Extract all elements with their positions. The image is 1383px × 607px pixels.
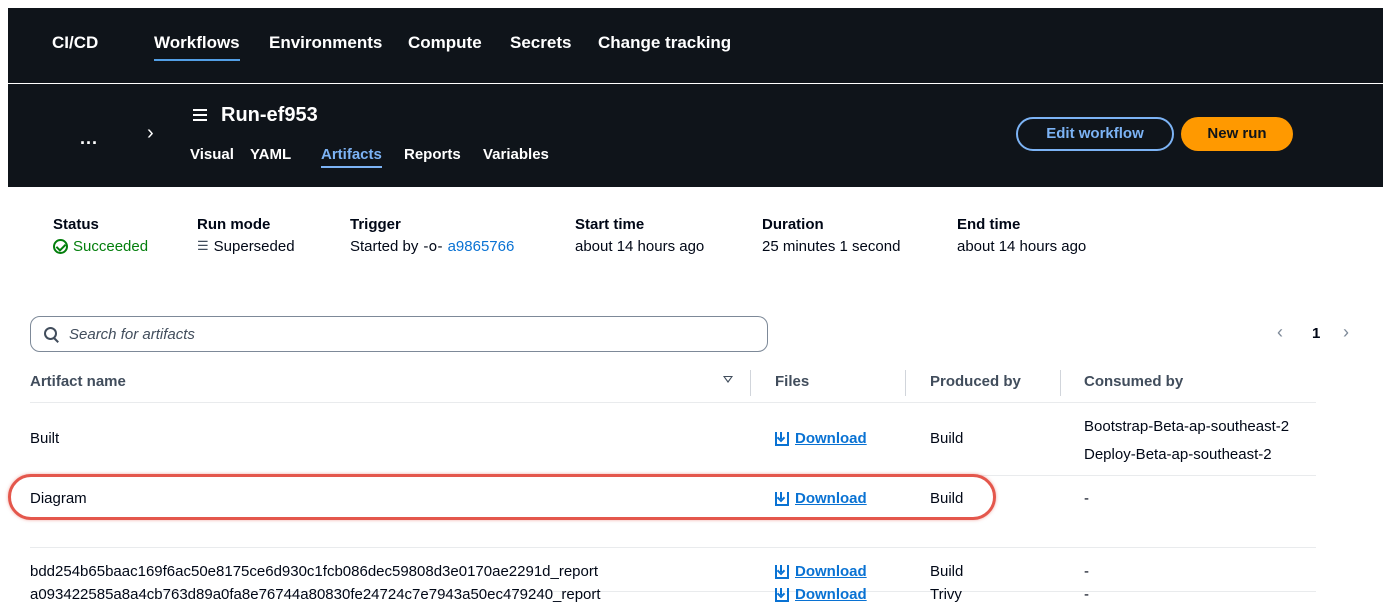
download-link[interactable]: Download bbox=[775, 563, 867, 580]
download-label[interactable]: Download bbox=[795, 430, 867, 447]
tab-reports[interactable]: Reports bbox=[404, 146, 461, 163]
produced-by: Trivy bbox=[930, 586, 962, 603]
start-time-value: about 14 hours ago bbox=[575, 238, 705, 255]
nav-item-compute[interactable]: Compute bbox=[408, 33, 482, 53]
highlight-annotation-oval bbox=[8, 474, 996, 520]
consumed-by: - bbox=[1084, 563, 1089, 580]
table-header-divider bbox=[30, 402, 1316, 403]
run-mode-text: Superseded bbox=[213, 238, 295, 255]
sort-descending-icon[interactable] bbox=[723, 376, 733, 383]
new-run-button[interactable]: New run bbox=[1181, 117, 1293, 151]
nav-item-secrets[interactable]: Secrets bbox=[510, 33, 571, 53]
column-header-artifact-name[interactable]: Artifact name bbox=[30, 373, 126, 390]
artifact-name: bdd254b65baac169f6ac50e8175ce6d930c1fcb0… bbox=[30, 563, 599, 580]
page-number-current[interactable]: 1 bbox=[1312, 325, 1320, 342]
nav-item-change-tracking[interactable]: Change tracking bbox=[598, 33, 731, 53]
column-separator bbox=[905, 370, 906, 396]
summary-end-time: End time about 14 hours ago bbox=[957, 216, 1086, 255]
consumed-by: Deploy-Beta-ap-southeast-2 bbox=[1084, 446, 1272, 463]
summary-status: Status Succeeded bbox=[53, 216, 148, 255]
column-separator bbox=[750, 370, 751, 396]
consumed-by: - bbox=[1084, 586, 1089, 603]
summary-duration: Duration 25 minutes 1 second bbox=[762, 216, 900, 255]
summary-run-mode: Run mode ☰ Superseded bbox=[197, 216, 295, 255]
produced-by: Build bbox=[930, 430, 964, 447]
breadcrumb-overflow-button[interactable]: ... bbox=[80, 128, 98, 149]
run-header: ... › Run-ef953 Visual YAML Artifacts Re… bbox=[8, 84, 1383, 187]
consumed-by: - bbox=[1084, 490, 1089, 507]
run-mode-value: ☰ Superseded bbox=[197, 238, 295, 255]
download-link[interactable]: Download bbox=[775, 587, 867, 602]
page-title: Run-ef953 bbox=[221, 104, 318, 126]
duration-value: 25 minutes 1 second bbox=[762, 238, 901, 255]
download-label[interactable]: Download bbox=[795, 587, 867, 602]
start-time-label: Start time bbox=[575, 216, 645, 233]
artifact-name: Built bbox=[30, 430, 60, 447]
duration-label: Duration bbox=[762, 216, 824, 233]
download-link[interactable]: Download bbox=[775, 430, 867, 447]
tab-artifacts[interactable]: Artifacts bbox=[321, 146, 382, 168]
column-separator bbox=[1060, 370, 1061, 396]
artifact-name: a093422585a8a4cb763d89a0fa8e76744a80830f… bbox=[30, 586, 601, 603]
column-header-files: Files bbox=[775, 373, 810, 390]
column-header-produced-by: Produced by bbox=[930, 373, 1021, 390]
status-text: Succeeded bbox=[73, 238, 149, 255]
trigger-label: Trigger bbox=[350, 216, 401, 233]
top-nav: CI/CD Workflows Environments Compute Sec… bbox=[8, 8, 1383, 83]
page: CI/CD Workflows Environments Compute Sec… bbox=[0, 0, 1383, 607]
chevron-right-icon: › bbox=[147, 122, 154, 144]
end-time-value: about 14 hours ago bbox=[957, 238, 1087, 255]
status-label: Status bbox=[53, 216, 99, 233]
search-icon bbox=[43, 326, 59, 342]
summary-start-time: Start time about 14 hours ago bbox=[575, 216, 704, 255]
superseded-icon: ☰ bbox=[197, 239, 209, 254]
next-page-button[interactable]: › bbox=[1343, 322, 1349, 343]
commit-link[interactable]: a9865766 bbox=[448, 238, 515, 255]
run-list-icon bbox=[193, 108, 207, 122]
search-input[interactable] bbox=[69, 325, 749, 343]
consumed-by: Bootstrap-Beta-ap-southeast-2 bbox=[1084, 418, 1290, 435]
tab-visual[interactable]: Visual bbox=[190, 146, 234, 163]
check-circle-icon bbox=[53, 239, 68, 254]
status-value: Succeeded bbox=[53, 238, 148, 255]
summary-trigger: Trigger Started by -o- a9865766 bbox=[350, 216, 514, 255]
artifact-search bbox=[30, 316, 768, 352]
download-icon bbox=[775, 588, 789, 602]
download-label[interactable]: Download bbox=[795, 563, 867, 580]
nav-item-environments[interactable]: Environments bbox=[269, 33, 382, 53]
commit-icon: -o- bbox=[423, 238, 443, 255]
table-row-divider bbox=[30, 547, 1316, 548]
column-header-consumed-by: Consumed by bbox=[1084, 373, 1184, 390]
download-icon bbox=[775, 564, 789, 579]
edit-workflow-button[interactable]: Edit workflow bbox=[1016, 117, 1174, 151]
tab-yaml[interactable]: YAML bbox=[250, 146, 291, 163]
end-time-label: End time bbox=[957, 216, 1021, 233]
nav-item-workflows[interactable]: Workflows bbox=[154, 33, 240, 61]
trigger-value: Started by -o- a9865766 bbox=[350, 238, 514, 255]
trigger-prefix: Started by bbox=[350, 238, 419, 255]
previous-page-button[interactable]: ‹ bbox=[1277, 322, 1283, 343]
produced-by: Build bbox=[930, 563, 964, 580]
nav-brand[interactable]: CI/CD bbox=[52, 33, 98, 53]
download-icon bbox=[775, 431, 789, 446]
tab-variables[interactable]: Variables bbox=[483, 146, 549, 163]
run-mode-label: Run mode bbox=[197, 216, 271, 233]
